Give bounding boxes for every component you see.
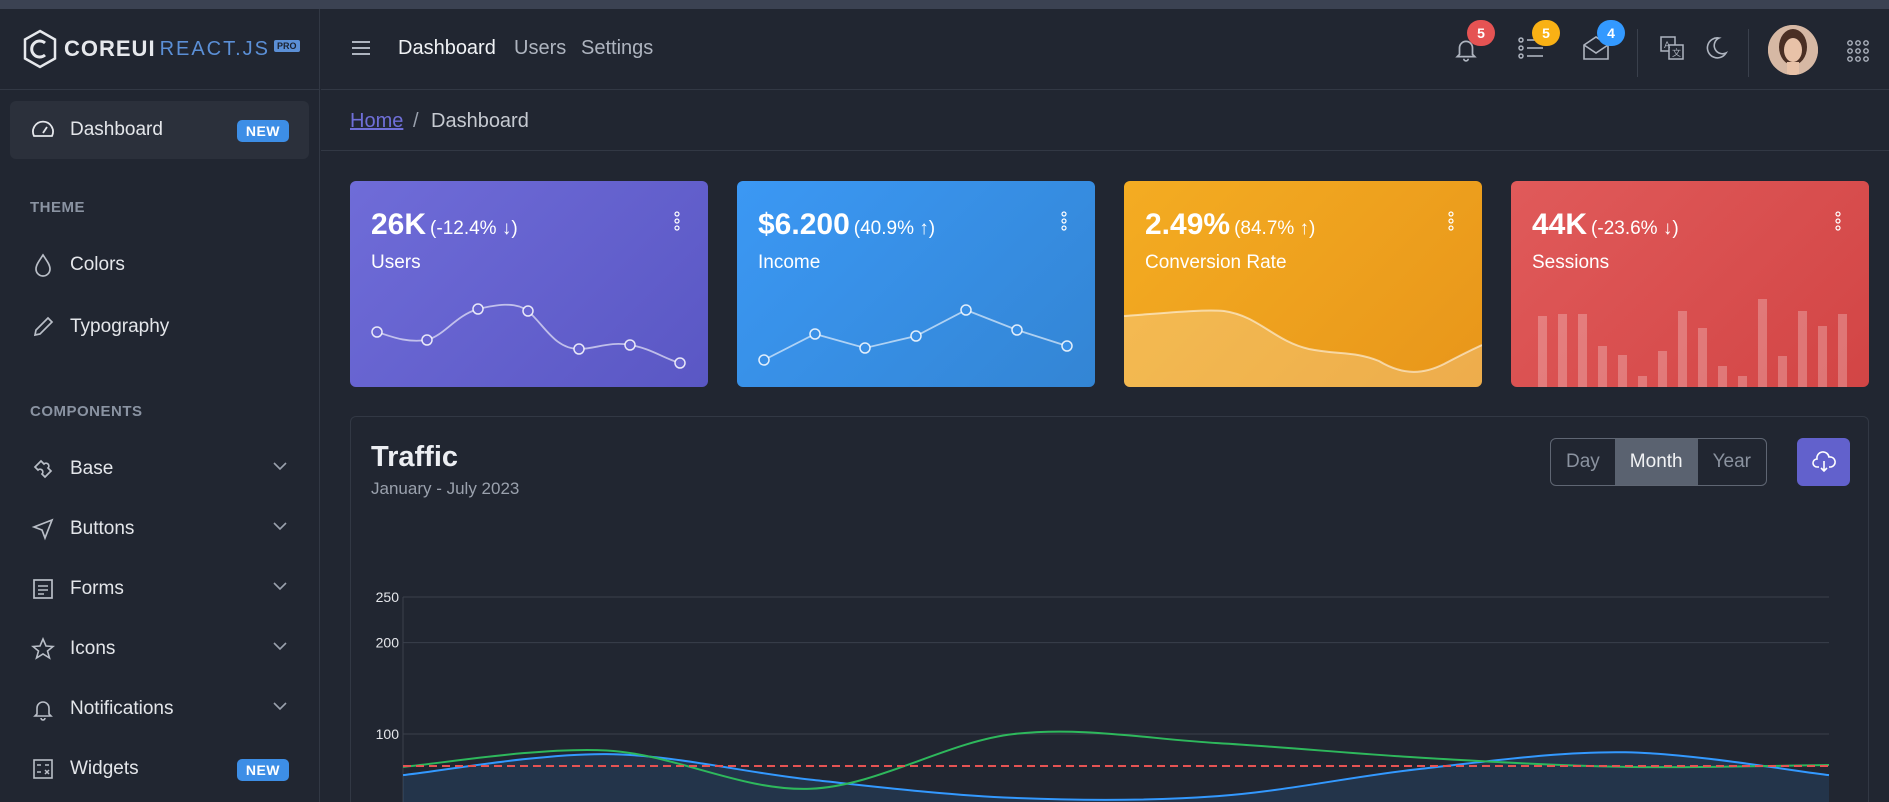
bell-icon	[30, 696, 56, 722]
avatar-image	[1768, 25, 1818, 75]
period-year-button[interactable]: Year	[1698, 439, 1766, 485]
sidebar-item-buttons[interactable]: Buttons	[10, 500, 309, 558]
sidebar-item-typography[interactable]: Typography	[10, 298, 309, 356]
widget-area-chart	[1124, 309, 1482, 387]
chevron-down-icon	[273, 582, 287, 591]
sidebar-item-base[interactable]: Base	[10, 440, 309, 498]
sidebar-item-icons[interactable]: Icons	[10, 620, 309, 678]
chevron-down-icon	[273, 462, 287, 471]
chevron-down-icon	[273, 702, 287, 711]
puzzle-icon	[30, 456, 56, 482]
sidebar-item-label: Buttons	[70, 518, 135, 539]
header-nav-dashboard[interactable]: Dashboard	[398, 37, 496, 60]
traffic-title: Traffic	[371, 441, 459, 473]
section-title-theme: THEME	[30, 199, 85, 216]
speedometer-icon	[30, 117, 56, 143]
brand-pro-badge: PRO	[274, 40, 300, 52]
sidebar-item-label: Notifications	[70, 698, 174, 719]
period-toggle: Day Month Year	[1550, 438, 1767, 486]
calculator-icon	[30, 756, 56, 782]
svg-text:A: A	[1664, 41, 1671, 51]
traffic-line-chart: 100 200 250	[376, 589, 1830, 802]
breadcrumb: Home / Dashboard	[321, 90, 1889, 151]
widget-sparkline	[371, 303, 686, 369]
widget-sessions: 44K (-23.6% ↓) Sessions	[1511, 181, 1869, 387]
language-icon[interactable]: A文	[1659, 35, 1685, 61]
widget-conversion-rate: 2.49% (84.7% ↑) Conversion Rate	[1124, 181, 1482, 387]
sidebar: COREUI REACT.JS PRO Dashboard NEW THEME …	[0, 9, 320, 802]
y-tick-label: 100	[376, 726, 400, 742]
sidebar-item-colors[interactable]: Colors	[10, 236, 309, 294]
messages-count-badge: 4	[1597, 20, 1625, 46]
y-tick-label: 200	[376, 635, 400, 651]
chevron-down-icon	[273, 522, 287, 531]
moon-icon[interactable]	[1703, 35, 1729, 61]
period-day-button[interactable]: Day	[1551, 439, 1615, 485]
header-divider	[1637, 29, 1638, 77]
hamburger-icon[interactable]	[351, 39, 371, 57]
header: Dashboard Users Settings 5 5 4 A文	[321, 9, 1889, 90]
widget-users: 26K (-12.4% ↓) Users	[350, 181, 708, 387]
sidebar-item-label: Colors	[70, 254, 125, 275]
sidebar-item-label: Typography	[70, 316, 170, 337]
chevron-down-icon	[273, 642, 287, 651]
cloud-download-icon	[1811, 451, 1836, 473]
period-month-button[interactable]: Month	[1614, 439, 1698, 485]
drop-icon	[30, 252, 56, 278]
notifications-count-badge: 5	[1467, 20, 1495, 46]
traffic-subtitle: January - July 2023	[371, 479, 520, 498]
section-title-components: COMPONENTS	[30, 403, 143, 420]
coreui-logo-icon	[23, 29, 57, 69]
sidebar-item-notifications[interactable]: Notifications	[10, 680, 309, 738]
svg-text:文: 文	[1672, 47, 1681, 59]
new-badge: NEW	[236, 120, 289, 142]
breadcrumb-current: Dashboard	[431, 110, 529, 132]
breadcrumb-separator: /	[413, 110, 419, 132]
breadcrumb-home-link[interactable]: Home	[350, 110, 403, 133]
apps-grid-icon[interactable]	[1846, 39, 1870, 63]
sidebar-item-label: Base	[70, 458, 114, 479]
sidebar-item-label: Icons	[70, 638, 116, 659]
brand-sub: REACT.JS	[159, 37, 271, 60]
header-divider	[1748, 29, 1749, 77]
cursor-icon	[30, 516, 56, 542]
pencil-icon	[30, 314, 56, 340]
widget-income: $6.200 (40.9% ↑) Income	[737, 181, 1095, 387]
avatar[interactable]	[1768, 25, 1818, 75]
tasks-count-badge: 5	[1532, 20, 1560, 46]
sidebar-item-label: Dashboard	[70, 119, 163, 140]
traffic-card: Traffic January - July 2023 Day Month Ye…	[350, 416, 1869, 802]
brand-word: COREUI	[64, 36, 156, 61]
sidebar-item-label: Forms	[70, 578, 124, 599]
header-nav-users[interactable]: Users	[514, 37, 566, 60]
sidebar-item-dashboard[interactable]: Dashboard NEW	[10, 101, 309, 159]
star-icon	[30, 636, 56, 662]
notes-icon	[30, 576, 56, 602]
widget-bar-chart	[1538, 299, 1847, 387]
series-area	[403, 752, 1829, 802]
sidebar-item-label: Widgets	[70, 758, 139, 779]
top-strip	[0, 0, 1889, 9]
brand-logo[interactable]: COREUI REACT.JS PRO	[0, 9, 319, 90]
download-button[interactable]	[1797, 438, 1850, 486]
sidebar-item-forms[interactable]: Forms	[10, 560, 309, 618]
header-nav-settings[interactable]: Settings	[581, 37, 653, 60]
new-badge: NEW	[236, 759, 289, 781]
y-tick-label: 250	[376, 589, 400, 605]
widget-sparkline	[758, 304, 1073, 366]
sidebar-item-widgets[interactable]: Widgets NEW	[10, 740, 309, 798]
